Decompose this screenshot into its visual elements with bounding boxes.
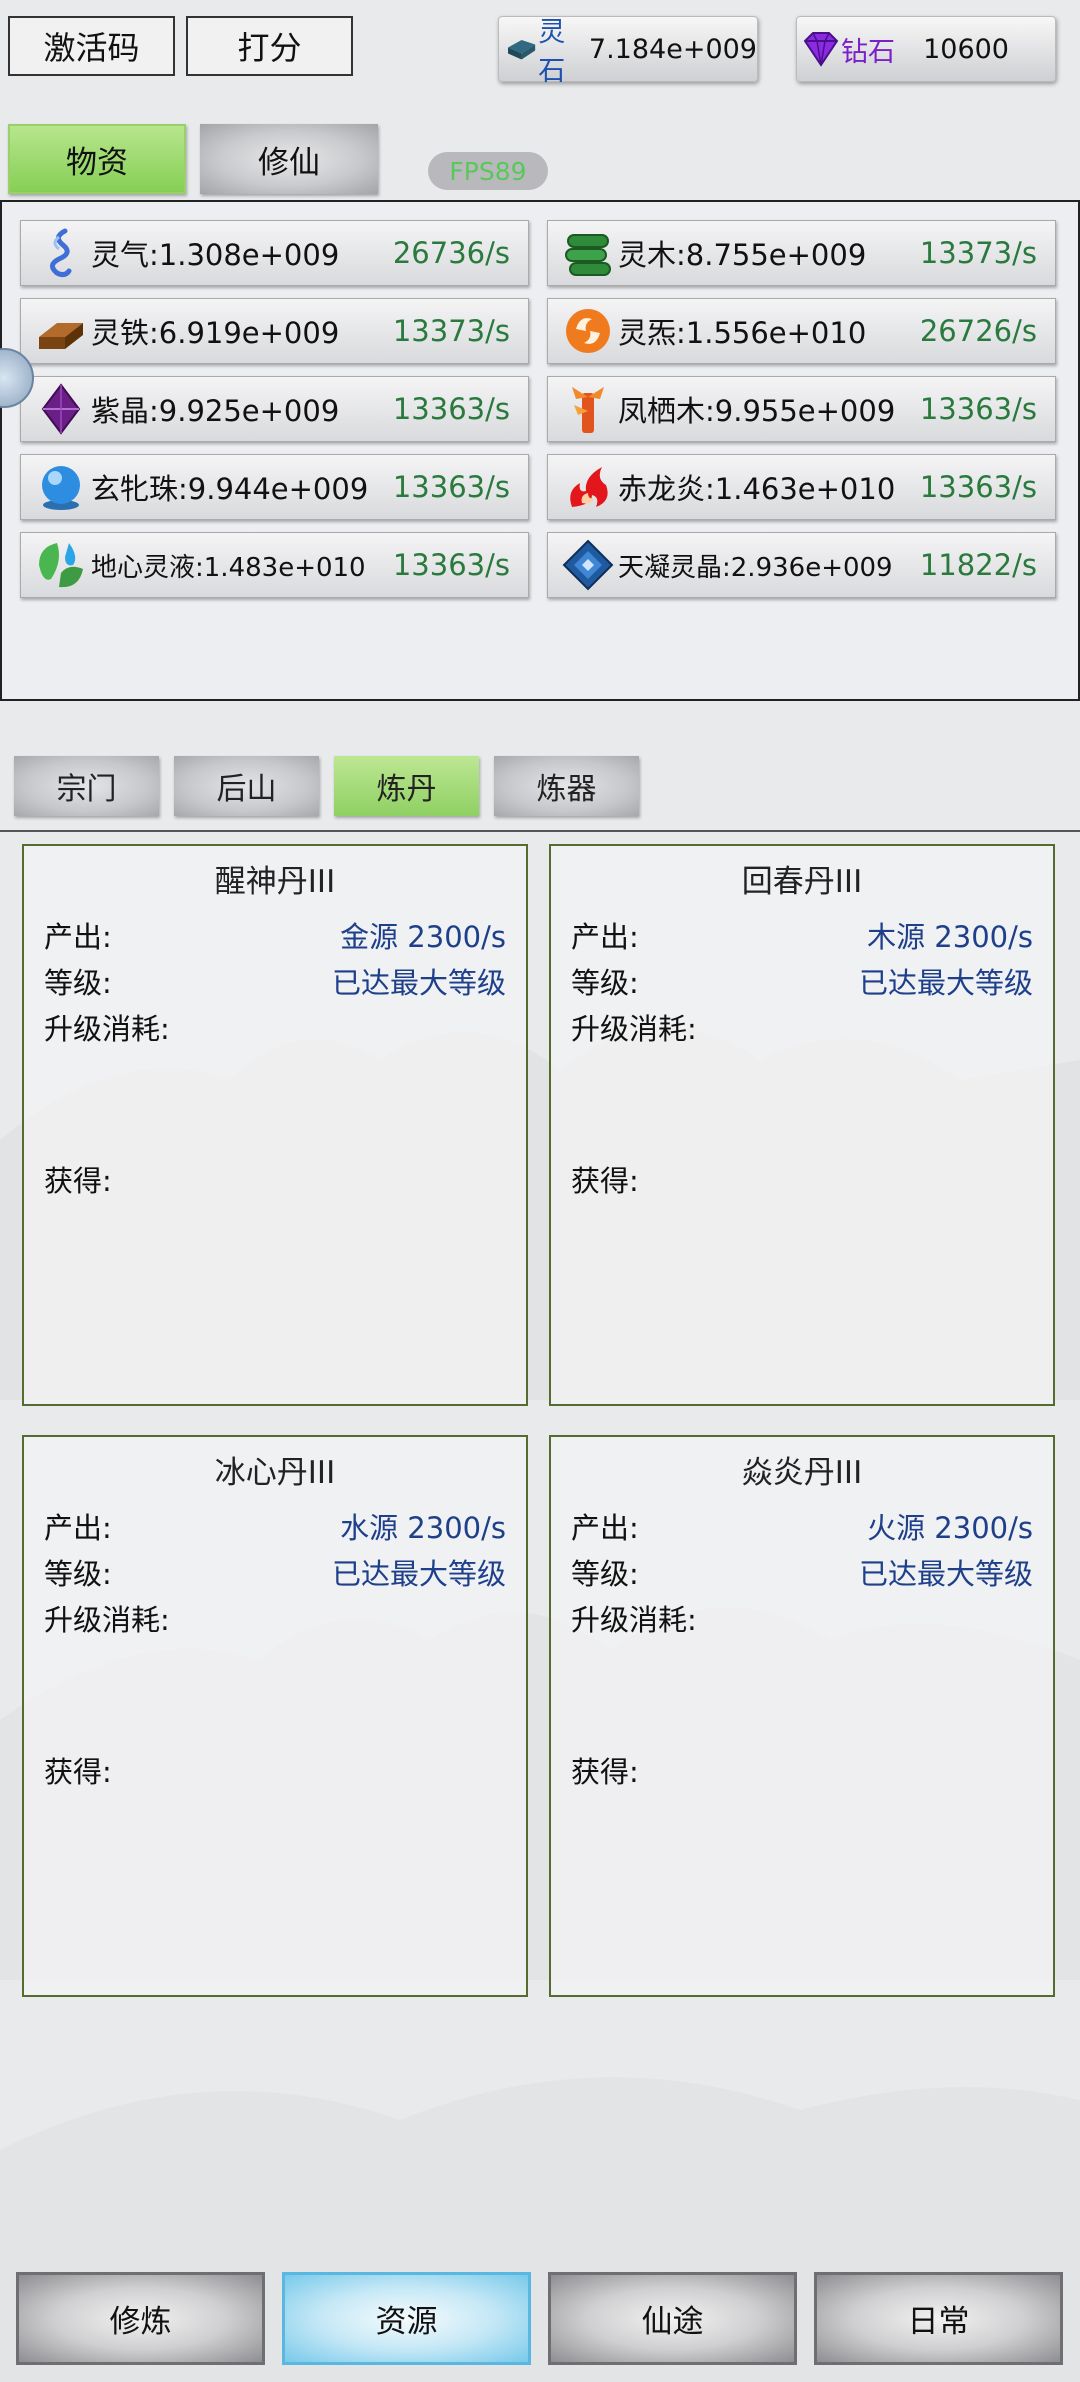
resource-rate: 11822/s xyxy=(919,548,1037,582)
level-value: 已达最大等级 xyxy=(858,1557,1033,1591)
resource-rate: 13363/s xyxy=(919,470,1037,504)
pill-card[interactable]: 回春丹III 产出: 木源 2300/s 等级: 已达最大等级 升级消耗: 获得… xyxy=(549,844,1055,1406)
resource-rate: 13373/s xyxy=(392,314,510,348)
gain-label: 获得: xyxy=(571,1164,639,1198)
resource-rate: 13363/s xyxy=(392,392,510,426)
level-label: 等级: xyxy=(571,1557,639,1591)
resource-row-lingqi: 灵气:1.308e+009 26736/s xyxy=(20,220,529,286)
resource-row-zijing: 紫晶:9.925e+009 13363/s xyxy=(20,376,529,442)
output-value: 木源 2300/s xyxy=(867,920,1033,954)
lingshi-label: 灵石 xyxy=(538,17,566,87)
resource-row-lingxi: 灵炁:1.556e+010 26726/s xyxy=(547,298,1056,364)
wood-scroll-icon xyxy=(565,234,611,276)
lingshi-currency: 灵石 7.184e+009 xyxy=(498,16,758,87)
blue-orb-icon xyxy=(42,466,80,510)
output-label: 产出: xyxy=(571,920,639,954)
tab-cultivation[interactable]: 修仙 xyxy=(200,124,378,194)
gain-label: 获得: xyxy=(44,1755,112,1789)
resource-name: 天凝灵晶:2.936e+009 xyxy=(618,552,893,583)
resource-row-fengqimu: 凤栖木:9.955e+009 13363/s xyxy=(547,376,1056,442)
iron-ingot-icon xyxy=(39,323,83,349)
resource-name: 玄牝珠:9.944e+009 xyxy=(91,472,369,506)
resource-row-chilongyan: 赤龙炎:1.463e+010 13363/s xyxy=(547,454,1056,520)
water-leaf-icon xyxy=(39,543,83,588)
rate-button[interactable]: 打分 xyxy=(186,16,353,76)
pill-title: 醒神丹III xyxy=(214,864,336,900)
resource-rate: 13363/s xyxy=(392,470,510,504)
fps-counter: FPS89 xyxy=(428,152,548,190)
resource-name: 灵气:1.308e+009 xyxy=(91,238,340,272)
nav-cultivate[interactable]: 修炼 xyxy=(16,2272,265,2365)
red-flame-icon xyxy=(570,467,608,507)
pill-card[interactable]: 冰心丹III 产出: 水源 2300/s 等级: 已达最大等级 升级消耗: 获得… xyxy=(22,1435,528,1997)
diamond-icon xyxy=(803,32,839,67)
tab-supplies[interactable]: 物资 xyxy=(8,124,186,194)
resource-rate: 13363/s xyxy=(392,548,510,582)
spirit-stone-icon xyxy=(508,39,536,60)
phoenix-wood-icon xyxy=(572,387,604,433)
resource-row-lingmu: 灵木:8.755e+009 13373/s xyxy=(547,220,1056,286)
level-value: 已达最大等级 xyxy=(331,1557,506,1591)
resource-row-dixinlingye: 地心灵液:1.483e+010 13363/s xyxy=(20,532,529,598)
output-value: 金源 2300/s xyxy=(340,920,506,954)
upgrade-cost-label: 升级消耗: xyxy=(571,1603,697,1637)
level-value: 已达最大等级 xyxy=(331,966,506,1000)
orange-swirl-icon xyxy=(566,309,610,353)
resource-name: 地心灵液:1.483e+010 xyxy=(91,552,366,583)
level-value: 已达最大等级 xyxy=(858,966,1033,1000)
output-value: 火源 2300/s xyxy=(867,1511,1033,1545)
lingshi-value: 7.184e+009 xyxy=(588,33,757,65)
nav-daily[interactable]: 日常 xyxy=(814,2272,1063,2365)
resource-name: 灵炁:1.556e+010 xyxy=(618,316,867,350)
gain-label: 获得: xyxy=(44,1164,112,1198)
level-label: 等级: xyxy=(571,966,639,1000)
resource-name: 紫晶:9.925e+009 xyxy=(91,394,340,428)
zuanshi-currency: 钻石 10600 xyxy=(796,16,1056,82)
resource-row-lingtie: 灵铁:6.919e+009 13373/s xyxy=(20,298,529,364)
pill-title: 焱炎丹III xyxy=(741,1455,863,1491)
qi-swirl-icon xyxy=(50,228,72,278)
output-label: 产出: xyxy=(44,1511,112,1545)
gain-label: 获得: xyxy=(571,1755,639,1789)
output-label: 产出: xyxy=(44,920,112,954)
nav-resources[interactable]: 资源 xyxy=(282,2272,531,2365)
subtab-backhill[interactable]: 后山 xyxy=(174,756,319,816)
upgrade-cost-label: 升级消耗: xyxy=(571,1012,697,1046)
level-label: 等级: xyxy=(44,966,112,1000)
zuanshi-value: 10600 xyxy=(923,33,1009,65)
resource-rate: 26736/s xyxy=(392,236,510,270)
zuanshi-label: 钻石 xyxy=(841,36,895,68)
blue-diamond-icon xyxy=(562,539,614,591)
subtab-sect[interactable]: 宗门 xyxy=(14,756,159,816)
resource-rate: 26726/s xyxy=(919,314,1037,348)
pill-title: 回春丹III xyxy=(741,864,863,900)
output-label: 产出: xyxy=(571,1511,639,1545)
subtab-alchemy[interactable]: 炼丹 xyxy=(334,756,479,816)
resource-name: 灵铁:6.919e+009 xyxy=(91,316,340,350)
resource-name: 灵木:8.755e+009 xyxy=(618,238,867,272)
upgrade-cost-label: 升级消耗: xyxy=(44,1012,170,1046)
output-value: 水源 2300/s xyxy=(340,1511,506,1545)
resource-rate: 13363/s xyxy=(919,392,1037,426)
resource-name: 赤龙炎:1.463e+010 xyxy=(618,472,896,506)
resource-rate: 13373/s xyxy=(919,236,1037,270)
pill-title: 冰心丹III xyxy=(214,1455,336,1491)
resource-row-tianninglingjing: 天凝灵晶:2.936e+009 11822/s xyxy=(547,532,1056,598)
upgrade-cost-label: 升级消耗: xyxy=(44,1603,170,1637)
activation-code-button[interactable]: 激活码 xyxy=(8,16,175,76)
pill-card[interactable]: 醒神丹III 产出: 金源 2300/s 等级: 已达最大等级 升级消耗: 获得… xyxy=(22,844,528,1406)
resource-name: 凤栖木:9.955e+009 xyxy=(618,394,896,428)
pill-card[interactable]: 焱炎丹III 产出: 火源 2300/s 等级: 已达最大等级 升级消耗: 获得… xyxy=(549,1435,1055,1997)
nav-immortal-path[interactable]: 仙途 xyxy=(548,2272,797,2365)
level-label: 等级: xyxy=(44,1557,112,1591)
section-divider xyxy=(0,830,1080,832)
subtab-forging[interactable]: 炼器 xyxy=(494,756,639,816)
purple-crystal-icon xyxy=(41,383,81,435)
resource-row-xuanpinzhu: 玄牝珠:9.944e+009 13363/s xyxy=(20,454,529,520)
